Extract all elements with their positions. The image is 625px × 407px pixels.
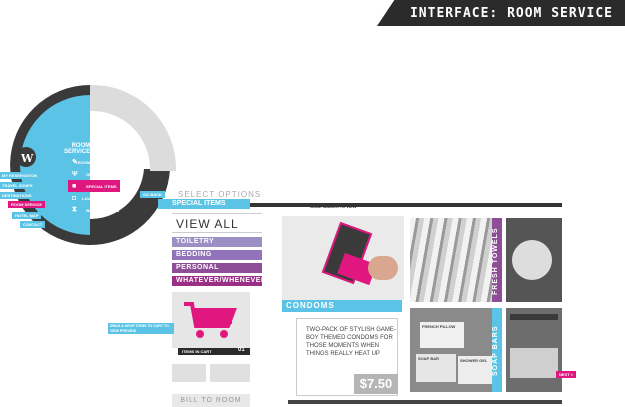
page-title: INTERFACE: ROOM SERVICE <box>409 6 613 21</box>
nav-room-service[interactable]: ROOM SERVICE <box>8 201 46 208</box>
tile-towels-label: FRESH TOWELS <box>492 227 499 295</box>
go-back-button[interactable]: GO BACK <box>140 191 165 198</box>
category-toiletry[interactable]: TOILETRY <box>172 237 262 247</box>
menu-item-laundry[interactable]: ◘ LAUNDRY SERVICE <box>72 192 120 204</box>
menu-item-maintenance[interactable]: ✎ ROOM MAINTENANCE <box>72 156 121 168</box>
box-icon: ■ <box>72 182 77 190</box>
slide-hint: SLIDE IMAGES TO VIEW <box>310 204 357 209</box>
special-items-tab[interactable]: SPECIAL ITEMS <box>158 199 250 209</box>
nav-travel-zones[interactable]: TRAVEL ZONES <box>0 182 44 189</box>
camera-icon: ◘ <box>72 194 77 202</box>
hand <box>368 256 398 280</box>
next-button[interactable]: NEXT > <box>556 371 577 378</box>
tile-soap-bars[interactable]: FRENCH PILLOW SOAP BAR SHOWER GEL <box>410 308 502 392</box>
soap-box-1: FRENCH PILLOW <box>420 322 464 348</box>
cart-icon <box>184 302 237 338</box>
soap-box-3: SHOWER GEL <box>458 356 492 384</box>
menu-item-food[interactable]: Ψ ORDER FOOD <box>72 168 120 180</box>
bed <box>510 348 558 378</box>
product-description: TWO-PACK OF STYLISH GAME-BOY THEMED COND… <box>306 327 396 357</box>
items-in-cart-label: ITEMS IN CART <box>182 349 212 354</box>
nav-hotel-map[interactable]: HOTEL MAP <box>12 212 42 219</box>
menu-item-special[interactable]: ■ SPECIAL ITEMS <box>68 180 120 192</box>
tile-soap-label: SOAP BARS <box>492 325 499 377</box>
category-personal[interactable]: PERSONAL <box>172 263 262 273</box>
tile-fresh-towels[interactable] <box>410 218 502 302</box>
featured-image[interactable] <box>282 216 404 300</box>
gallery-bottom-rule <box>288 400 562 404</box>
tile-bedroom[interactable] <box>506 308 562 392</box>
cart-count: 01 <box>238 347 245 353</box>
wine-glass <box>512 240 552 280</box>
tile-wine[interactable] <box>506 218 562 302</box>
product-title: CONDOMS <box>282 300 402 312</box>
clock-icon: ⧗ <box>72 206 77 213</box>
wheel-title: ROOM SERVICE <box>64 143 91 155</box>
cart-hint: DRAG & DROP ITEMS TO CART TO VIEW PREVIE… <box>110 324 169 333</box>
logo: W <box>21 152 34 165</box>
category-bedding[interactable]: BEDDING <box>172 250 262 260</box>
cart-thumb-1[interactable] <box>172 364 206 382</box>
utensils-icon: Ψ <box>72 170 78 178</box>
view-all-button[interactable]: VIEW ALL <box>172 213 262 233</box>
wheel-menu-list: ✎ ROOM MAINTENANCE Ψ ORDER FOOD ■ SPECIA… <box>68 156 121 216</box>
soap-box-2: SOAP BAR <box>416 354 456 382</box>
cart-thumb-2[interactable] <box>210 364 250 382</box>
nav-reservation[interactable]: MY RESERVATION <box>0 172 44 179</box>
nav-contact[interactable]: CONTACT <box>20 221 46 228</box>
gallery-top-rule <box>250 203 562 207</box>
product-price: $7.50 <box>354 374 398 394</box>
bill-to-room-button[interactable]: BILL TO ROOM <box>172 394 250 407</box>
bed-frame <box>510 314 558 320</box>
left-nav: MY RESERVATION TRAVEL ZONES DESTINATIONS <box>0 172 44 202</box>
select-options-label: SELECT OPTIONS <box>178 190 262 199</box>
menu-item-wakeup[interactable]: ⧗ WAKE-UP CALLS <box>72 204 120 216</box>
category-whatever[interactable]: WHATEVER/WHENEVER <box>172 276 266 286</box>
nav-destinations[interactable]: DESTINATIONS <box>0 192 44 199</box>
